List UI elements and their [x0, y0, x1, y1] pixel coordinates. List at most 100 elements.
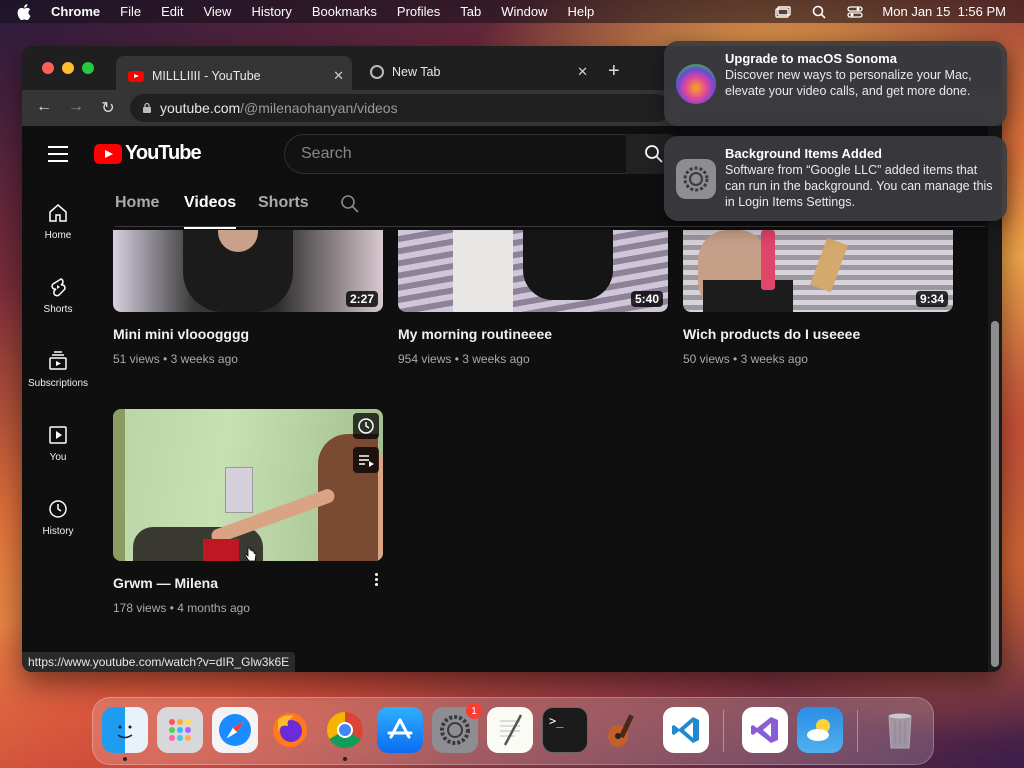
you-icon	[22, 424, 94, 446]
youtube-logo[interactable]: YouTube	[94, 142, 202, 165]
video-views: 178 views	[113, 601, 167, 615]
video-thumbnail[interactable]: 9:34	[683, 230, 953, 312]
menu-app-name[interactable]: Chrome	[51, 4, 100, 19]
video-card[interactable]: 2:27 Mini mini vlooogggg 51 views • 3 we…	[113, 230, 383, 366]
firefox-icon[interactable]	[267, 707, 313, 753]
menu-bookmarks[interactable]: Bookmarks	[312, 4, 377, 19]
menu-help[interactable]: Help	[568, 4, 595, 19]
app-store-icon[interactable]	[377, 707, 423, 753]
menu-tab[interactable]: Tab	[460, 4, 481, 19]
search-input[interactable]: Search	[284, 134, 628, 174]
search-placeholder: Search	[301, 145, 352, 162]
address-bar[interactable]: youtube.com /@milenaohanyan/videos	[130, 94, 670, 122]
notification-badge: 1	[466, 703, 482, 719]
garageband-icon[interactable]	[597, 707, 643, 753]
video-title[interactable]: Mini mini vlooogggg	[113, 326, 383, 342]
video-age: 3 weeks ago	[740, 352, 808, 366]
sidenav-shorts[interactable]: Shorts	[22, 276, 94, 315]
sidenav-label: Shorts	[43, 304, 73, 315]
forward-arrow-icon[interactable]: →	[66, 98, 86, 116]
spotlight-search-icon[interactable]	[810, 5, 828, 19]
tab-new-tab[interactable]: New Tab ✕	[360, 56, 596, 88]
video-metadata: 51 views • 3 weeks ago	[113, 352, 238, 366]
video-duration: 9:34	[915, 291, 948, 307]
video-age: 3 weeks ago	[462, 352, 530, 366]
reload-icon[interactable]: ↻	[98, 98, 118, 118]
menu-edit[interactable]: Edit	[161, 4, 183, 19]
visual-studio-icon[interactable]	[742, 707, 788, 753]
weather-icon[interactable]	[797, 707, 843, 753]
sidenav-history[interactable]: History	[22, 498, 94, 537]
trash-icon[interactable]	[877, 707, 923, 753]
sidenav-home[interactable]: Home	[22, 202, 94, 241]
tab-channel-videos[interactable]: Videos	[184, 194, 237, 229]
zoom-window-button[interactable]	[82, 62, 94, 74]
video-views: 51 views	[113, 352, 160, 366]
menu-file[interactable]: File	[120, 4, 141, 19]
notification-background-items[interactable]: Background Items Added Software from “Go…	[664, 136, 1007, 221]
video-age: 3 weeks ago	[170, 352, 238, 366]
close-tab-icon[interactable]: ✕	[333, 68, 344, 84]
tab-channel-shorts[interactable]: Shorts	[258, 194, 309, 212]
system-settings-gear-icon	[676, 158, 716, 199]
textedit-icon[interactable]	[487, 707, 533, 753]
channel-search-icon[interactable]	[340, 194, 360, 214]
video-metadata: 50 views • 3 weeks ago	[683, 352, 808, 366]
menu-history[interactable]: History	[251, 4, 291, 19]
video-card[interactable]: 5:40 My morning routineeee 954 views • 3…	[398, 230, 668, 366]
youtube-favicon-icon	[128, 70, 144, 82]
control-center-icon[interactable]	[846, 5, 864, 19]
notification-body: Software from “Google LLC” added items t…	[725, 163, 993, 209]
tab-channel-home[interactable]: Home	[115, 194, 159, 212]
back-arrow-icon[interactable]: ←	[34, 98, 54, 116]
watch-later-icon[interactable]	[353, 413, 379, 439]
close-tab-icon[interactable]: ✕	[577, 64, 588, 80]
chrome-favicon-icon	[370, 65, 384, 79]
video-card[interactable]: Grwm — Milena 178 views • 4 months ago	[113, 409, 383, 615]
system-settings-icon[interactable]: 1	[432, 703, 482, 753]
link-status-bar: https://www.youtube.com/watch?v=dIR_Glw3…	[22, 652, 296, 672]
chrome-icon[interactable]	[322, 707, 368, 753]
video-title[interactable]: Wich products do I useeee	[683, 326, 953, 342]
video-card[interactable]: 9:34 Wich products do I useeee 50 views …	[683, 230, 953, 366]
new-tab-plus-icon[interactable]: +	[608, 60, 620, 83]
notification-title: Background Items Added	[725, 146, 882, 161]
video-title[interactable]: My morning routineeee	[398, 326, 668, 342]
scrollbar-thumb[interactable]	[991, 321, 999, 667]
sidenav-label: You	[49, 452, 67, 463]
menu-hamburger-icon[interactable]	[48, 146, 68, 167]
notification-macos-upgrade[interactable]: Upgrade to macOS Sonoma Discover new way…	[664, 41, 1007, 126]
menu-window[interactable]: Window	[501, 4, 547, 19]
sidenav-subscriptions[interactable]: Subscriptions	[22, 350, 94, 389]
apple-menu-icon[interactable]	[17, 3, 33, 20]
safari-icon[interactable]	[212, 707, 258, 753]
notification-title: Upgrade to macOS Sonoma	[725, 51, 897, 66]
add-to-queue-icon[interactable]	[353, 447, 379, 473]
sidenav-you[interactable]: You	[22, 424, 94, 463]
more-options-icon[interactable]	[375, 573, 379, 588]
minimize-window-button[interactable]	[62, 62, 74, 74]
lock-icon[interactable]	[142, 102, 152, 114]
close-window-button[interactable]	[42, 62, 54, 74]
sidenav-label: Subscriptions	[27, 378, 89, 389]
finder-icon[interactable]	[102, 707, 148, 753]
terminal-icon[interactable]: >_	[542, 707, 588, 753]
sidenav-label: Home	[44, 230, 72, 241]
screen-mirroring-icon[interactable]	[774, 5, 792, 19]
video-age: 4 months ago	[177, 601, 250, 615]
macos-sonoma-icon	[676, 63, 716, 104]
video-thumbnail[interactable]: 5:40	[398, 230, 668, 312]
shorts-icon	[22, 276, 94, 298]
menu-view[interactable]: View	[203, 4, 231, 19]
launchpad-icon[interactable]	[157, 707, 203, 753]
video-metadata: 178 views • 4 months ago	[113, 601, 250, 615]
youtube-wordmark: YouTube	[125, 142, 202, 164]
video-title[interactable]: Grwm — Milena	[113, 575, 383, 591]
notification-body: Discover new ways to personalize your Ma…	[725, 68, 972, 98]
video-metadata: 954 views • 3 weeks ago	[398, 352, 530, 366]
video-thumbnail[interactable]: 2:27	[113, 230, 383, 312]
menu-profiles[interactable]: Profiles	[397, 4, 440, 19]
vscode-icon[interactable]	[663, 707, 709, 753]
menu-clock[interactable]: Mon Jan 15 1:56 PM	[882, 4, 1006, 19]
video-thumbnail[interactable]	[113, 409, 383, 561]
